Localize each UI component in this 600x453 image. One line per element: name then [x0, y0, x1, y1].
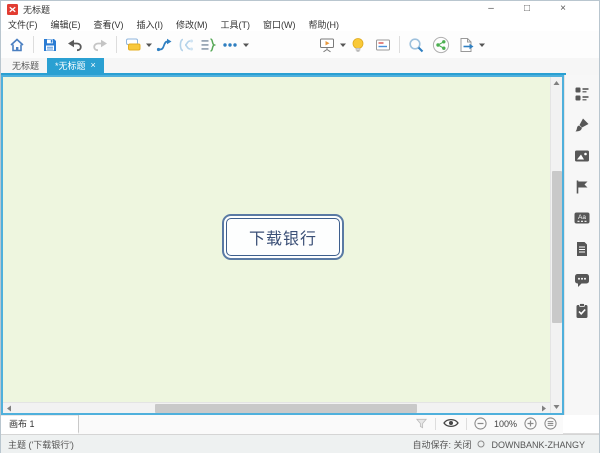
device-name: DOWNBANK-ZHANGY	[491, 440, 585, 450]
central-topic-node[interactable]: 下载银行	[222, 214, 344, 260]
new-topic-icon[interactable]	[122, 34, 144, 56]
vertical-scroll-track[interactable]	[551, 89, 563, 401]
scroll-up-icon[interactable]	[551, 77, 563, 89]
comment-icon[interactable]	[570, 269, 594, 291]
titlebar: 无标题 – □ ×	[1, 1, 599, 17]
sheet-bar-fill	[79, 415, 415, 434]
selection-status: 主题 ('下载银行')	[8, 438, 74, 451]
search-icon[interactable]	[405, 34, 427, 56]
preview-eye-icon[interactable]	[443, 417, 459, 431]
main-area: 下载银行	[1, 75, 599, 415]
share-icon[interactable]	[430, 34, 452, 56]
menu-edit[interactable]: 编辑(E)	[51, 18, 81, 31]
minimize-button[interactable]: –	[473, 1, 509, 17]
marker-flag-icon[interactable]	[570, 176, 594, 198]
sheet-bar-separator	[435, 418, 436, 430]
export-icon[interactable]	[455, 34, 477, 56]
filter-icon[interactable]	[415, 417, 428, 432]
vertical-scrollbar[interactable]	[550, 77, 562, 413]
format-icon[interactable]	[570, 83, 594, 105]
right-sidebar: Aa	[564, 75, 599, 415]
sheet-bar-separator	[466, 418, 467, 430]
idea-bulb-icon[interactable]	[347, 34, 369, 56]
scroll-right-icon[interactable]	[538, 403, 550, 414]
close-button[interactable]: ×	[545, 1, 581, 17]
label-icon[interactable]: Aa	[570, 207, 594, 229]
overview-icon[interactable]	[544, 417, 557, 432]
menu-file[interactable]: 文件(F)	[8, 18, 38, 31]
tab-untitled-active[interactable]: *无标题 ×	[47, 58, 104, 73]
sheet-bar: 画布 1 100%	[1, 415, 599, 434]
relationship-icon[interactable]	[153, 34, 175, 56]
presentation-dropdown-icon[interactable]	[338, 34, 347, 56]
window-controls: – □ ×	[473, 1, 581, 17]
active-tab-underline	[1, 73, 566, 75]
task-icon[interactable]	[570, 300, 594, 322]
zoom-in-icon[interactable]	[524, 417, 537, 432]
presentation-icon[interactable]	[316, 34, 338, 56]
tab-close-icon[interactable]: ×	[91, 61, 96, 70]
window-title: 无标题	[23, 3, 50, 16]
app-logo-icon	[7, 4, 18, 15]
menu-insert[interactable]: 插入(I)	[137, 18, 164, 31]
scroll-down-icon[interactable]	[551, 401, 563, 413]
statusbar: 主题 ('下载银行') 自动保存: 关闭 DOWNBANK-ZHANGY	[1, 434, 599, 453]
device-icon	[477, 440, 485, 450]
svg-text:Aa: Aa	[578, 214, 586, 221]
tab-label: 无标题	[12, 59, 39, 72]
home-icon[interactable]	[6, 34, 28, 56]
save-icon[interactable]	[39, 34, 61, 56]
zoom-out-icon[interactable]	[474, 417, 487, 432]
mindmap-canvas[interactable]: 下载银行	[3, 77, 550, 402]
menu-window[interactable]: 窗口(W)	[263, 18, 296, 31]
redo-icon[interactable]	[89, 34, 111, 56]
more-tools-dropdown-icon[interactable]	[241, 34, 250, 56]
toolbar-separator	[33, 36, 34, 53]
menubar: 文件(F) 编辑(E) 查看(V) 插入(I) 修改(M) 工具(T) 窗口(W…	[1, 17, 599, 31]
image-icon[interactable]	[570, 145, 594, 167]
format-painter-icon[interactable]	[570, 114, 594, 136]
vertical-scroll-thumb[interactable]	[552, 171, 562, 323]
menu-modify[interactable]: 修改(M)	[176, 18, 208, 31]
horizontal-scrollbar[interactable]	[3, 402, 550, 413]
zoom-level: 100%	[494, 419, 517, 429]
editor-area: 下载银行	[1, 75, 564, 415]
export-dropdown-icon[interactable]	[477, 34, 486, 56]
maximize-button[interactable]: □	[509, 1, 545, 17]
horizontal-scroll-track[interactable]	[15, 403, 538, 414]
central-topic-label: 下载银行	[249, 225, 317, 249]
boundary-icon[interactable]	[175, 34, 197, 56]
notes-panel-icon[interactable]	[372, 34, 394, 56]
document-tabbar: 无标题 *无标题 ×	[1, 58, 599, 75]
more-tools-icon[interactable]	[219, 34, 241, 56]
scroll-left-icon[interactable]	[3, 403, 15, 414]
tab-label: *无标题	[55, 59, 86, 72]
toolbar-separator	[399, 36, 400, 53]
undo-icon[interactable]	[64, 34, 86, 56]
tab-untitled-inactive[interactable]: 无标题	[4, 58, 47, 73]
autosave-status: 自动保存: 关闭	[412, 438, 471, 451]
new-topic-dropdown-icon[interactable]	[144, 34, 153, 56]
summary-icon[interactable]	[197, 34, 219, 56]
notes-icon[interactable]	[570, 238, 594, 260]
toolbar-separator	[116, 36, 117, 53]
toolbar	[1, 31, 599, 58]
app-window: 无标题 – □ × 文件(F) 编辑(E) 查看(V) 插入(I) 修改(M) …	[0, 0, 600, 453]
horizontal-scroll-thumb[interactable]	[155, 404, 417, 413]
menu-tools[interactable]: 工具(T)	[221, 18, 251, 31]
menu-view[interactable]: 查看(V)	[94, 18, 124, 31]
sheet-tab[interactable]: 画布 1	[1, 415, 79, 434]
menu-help[interactable]: 帮助(H)	[309, 18, 340, 31]
